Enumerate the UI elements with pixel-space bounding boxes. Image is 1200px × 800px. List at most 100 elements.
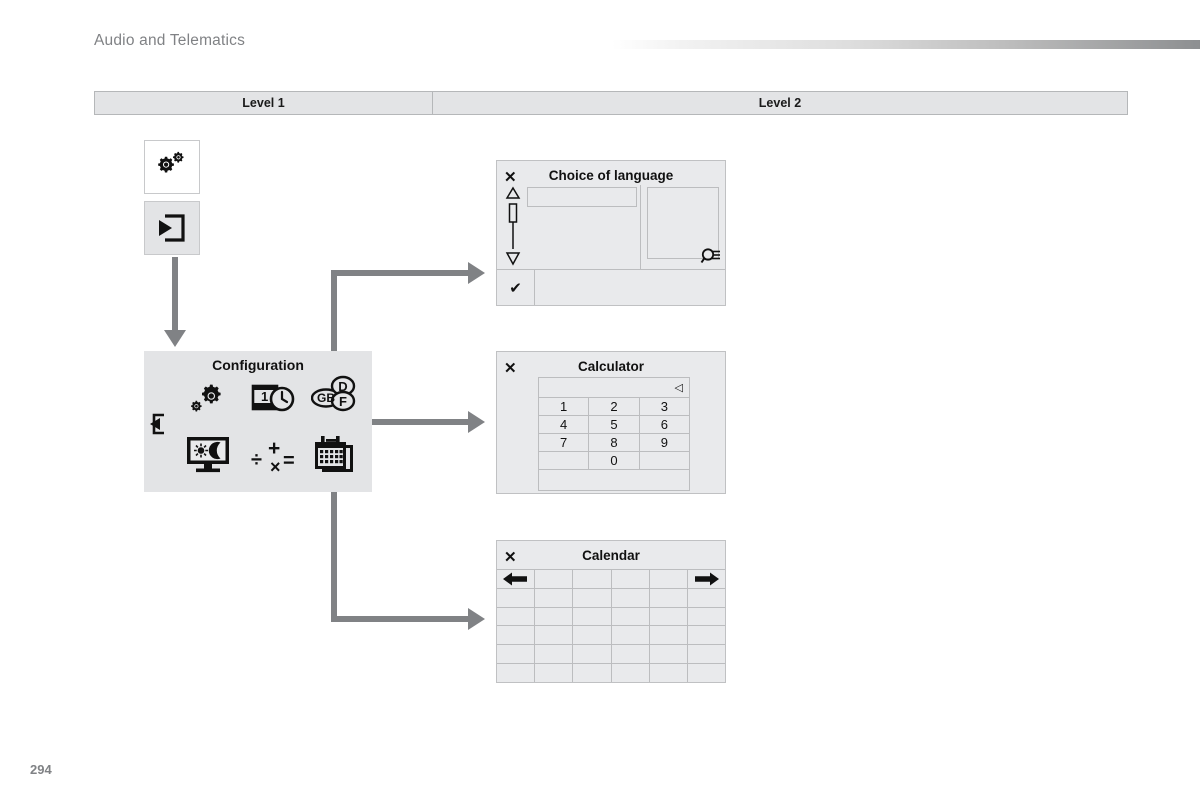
right-arrow-icon (695, 572, 720, 586)
search-list-icon[interactable] (700, 246, 722, 268)
arrowhead-calculator (468, 411, 485, 433)
calculator-panel: ✕ Calculator ◁ 1 2 3 4 5 6 7 8 9 0 (496, 351, 726, 494)
calendar-cell[interactable] (612, 607, 650, 626)
display-brightness-icon (184, 434, 232, 476)
config-display-brightness-button[interactable] (182, 433, 234, 477)
calendar-next-button[interactable] (688, 570, 725, 588)
calendar-cell[interactable] (688, 626, 725, 644)
language-icon: GB D F (311, 374, 359, 416)
calendar-row (497, 606, 725, 626)
calendar-cell[interactable] (535, 588, 574, 607)
arrowhead-config (164, 330, 186, 347)
calendar-cell[interactable] (612, 588, 650, 607)
calendar-cell[interactable] (650, 664, 688, 682)
calculator-key-9[interactable]: 9 (640, 434, 689, 451)
calculator-display-row: ◁ (539, 378, 689, 398)
calendar-cell[interactable] (535, 570, 574, 588)
calendar-cell[interactable] (688, 645, 725, 663)
config-back-button[interactable] (146, 413, 166, 435)
choice-of-language-panel: ✕ Choice of language ✔ (496, 160, 726, 306)
calculator-key-4[interactable]: 4 (539, 416, 590, 433)
calculator-key-blank-right[interactable] (640, 452, 689, 469)
calculator-key-5[interactable]: 5 (589, 416, 640, 433)
calendar-cell[interactable] (573, 664, 612, 682)
calculator-footer-row (539, 470, 689, 491)
calculator-keypad: ◁ 1 2 3 4 5 6 7 8 9 0 (538, 377, 690, 491)
calendar-cell[interactable] (535, 645, 574, 664)
calendar-cell[interactable] (535, 607, 574, 626)
calendar-cell[interactable] (650, 626, 688, 645)
calendar-cell[interactable] (650, 607, 688, 626)
language-bottom-bar: ✔ (497, 269, 725, 305)
calendar-cell[interactable] (573, 607, 612, 626)
calculator-display[interactable]: ◁ (539, 378, 689, 397)
language-search-input[interactable] (527, 187, 637, 207)
config-calculator-button[interactable]: ÷ + × = (248, 435, 298, 479)
calendar-cell[interactable] (497, 607, 536, 626)
connector-language-horizontal (331, 270, 471, 276)
calculator-icon: ÷ + × = (249, 436, 297, 478)
calendar-cell[interactable] (688, 589, 725, 607)
calendar-cell[interactable] (612, 626, 650, 645)
document-page: Audio and Telematics Level 1 Level 2 Con… (0, 0, 1200, 800)
calendar-prev-button[interactable] (497, 570, 536, 588)
calendar-panel: ✕ Calendar (496, 540, 726, 683)
calendar-row (497, 644, 725, 664)
page-header-title: Audio and Telematics (94, 32, 246, 49)
svg-text:÷: ÷ (251, 449, 262, 471)
svg-text:D: D (338, 379, 347, 394)
config-settings-button[interactable] (186, 377, 230, 419)
calendar-cell[interactable] (688, 664, 725, 682)
calendar-cell[interactable] (688, 608, 725, 626)
configuration-title: Configuration (212, 357, 304, 373)
svg-text:F: F (339, 394, 347, 409)
calendar-cell[interactable] (573, 626, 612, 645)
calculator-key-7[interactable]: 7 (539, 434, 590, 451)
calendar-cell[interactable] (573, 645, 612, 664)
svg-text:=: = (283, 450, 295, 472)
level1-settings-box[interactable] (144, 140, 200, 194)
calendar-cell[interactable] (497, 626, 536, 645)
calendar-title: Calendar (582, 548, 640, 563)
level1-enter-menu-box[interactable] (144, 201, 200, 255)
calendar-cell[interactable] (535, 664, 574, 682)
header-gradient-bar (612, 40, 1200, 49)
config-language-button[interactable]: GB D F (310, 373, 360, 417)
calculator-key-8[interactable]: 8 (589, 434, 640, 451)
calendar-cell[interactable] (650, 588, 688, 607)
calculator-key-1[interactable]: 1 (539, 398, 590, 415)
calendar-cell[interactable] (497, 645, 536, 664)
calculator-footer (539, 470, 689, 490)
calendar-row (497, 587, 725, 607)
language-confirm-button[interactable]: ✔ (497, 270, 535, 305)
calculator-key-0[interactable]: 0 (589, 452, 640, 469)
language-status-area (535, 270, 725, 305)
calculator-key-row: 0 (539, 452, 689, 470)
calendar-cell[interactable] (535, 626, 574, 645)
calendar-cell[interactable] (650, 570, 688, 588)
calendar-cell[interactable] (612, 570, 650, 588)
calculator-key-2[interactable]: 2 (589, 398, 640, 415)
backspace-icon[interactable]: ◁ (675, 381, 683, 394)
language-divider (640, 185, 641, 269)
calendar-cell[interactable] (612, 664, 650, 682)
calendar-cell[interactable] (573, 588, 612, 607)
calendar-row (497, 625, 725, 645)
calendar-grid (497, 569, 725, 682)
calendar-cell[interactable] (650, 645, 688, 664)
calendar-cell[interactable] (497, 664, 536, 682)
config-calendar-button[interactable] (310, 433, 360, 479)
calculator-key-3[interactable]: 3 (640, 398, 689, 415)
svg-text:1: 1 (261, 389, 268, 404)
language-scrollbar[interactable] (505, 186, 521, 266)
calendar-row (497, 663, 725, 682)
calendar-cell[interactable] (612, 645, 650, 664)
calculator-key-blank-left[interactable] (539, 452, 590, 469)
config-date-time-button[interactable]: 1 (250, 379, 298, 417)
calculator-key-6[interactable]: 6 (640, 416, 689, 433)
calendar-cell[interactable] (573, 570, 612, 588)
calendar-row (497, 569, 725, 588)
calendar-cell[interactable] (497, 588, 536, 607)
calculator-key-row: 7 8 9 (539, 434, 689, 452)
svg-text:×: × (270, 457, 281, 477)
